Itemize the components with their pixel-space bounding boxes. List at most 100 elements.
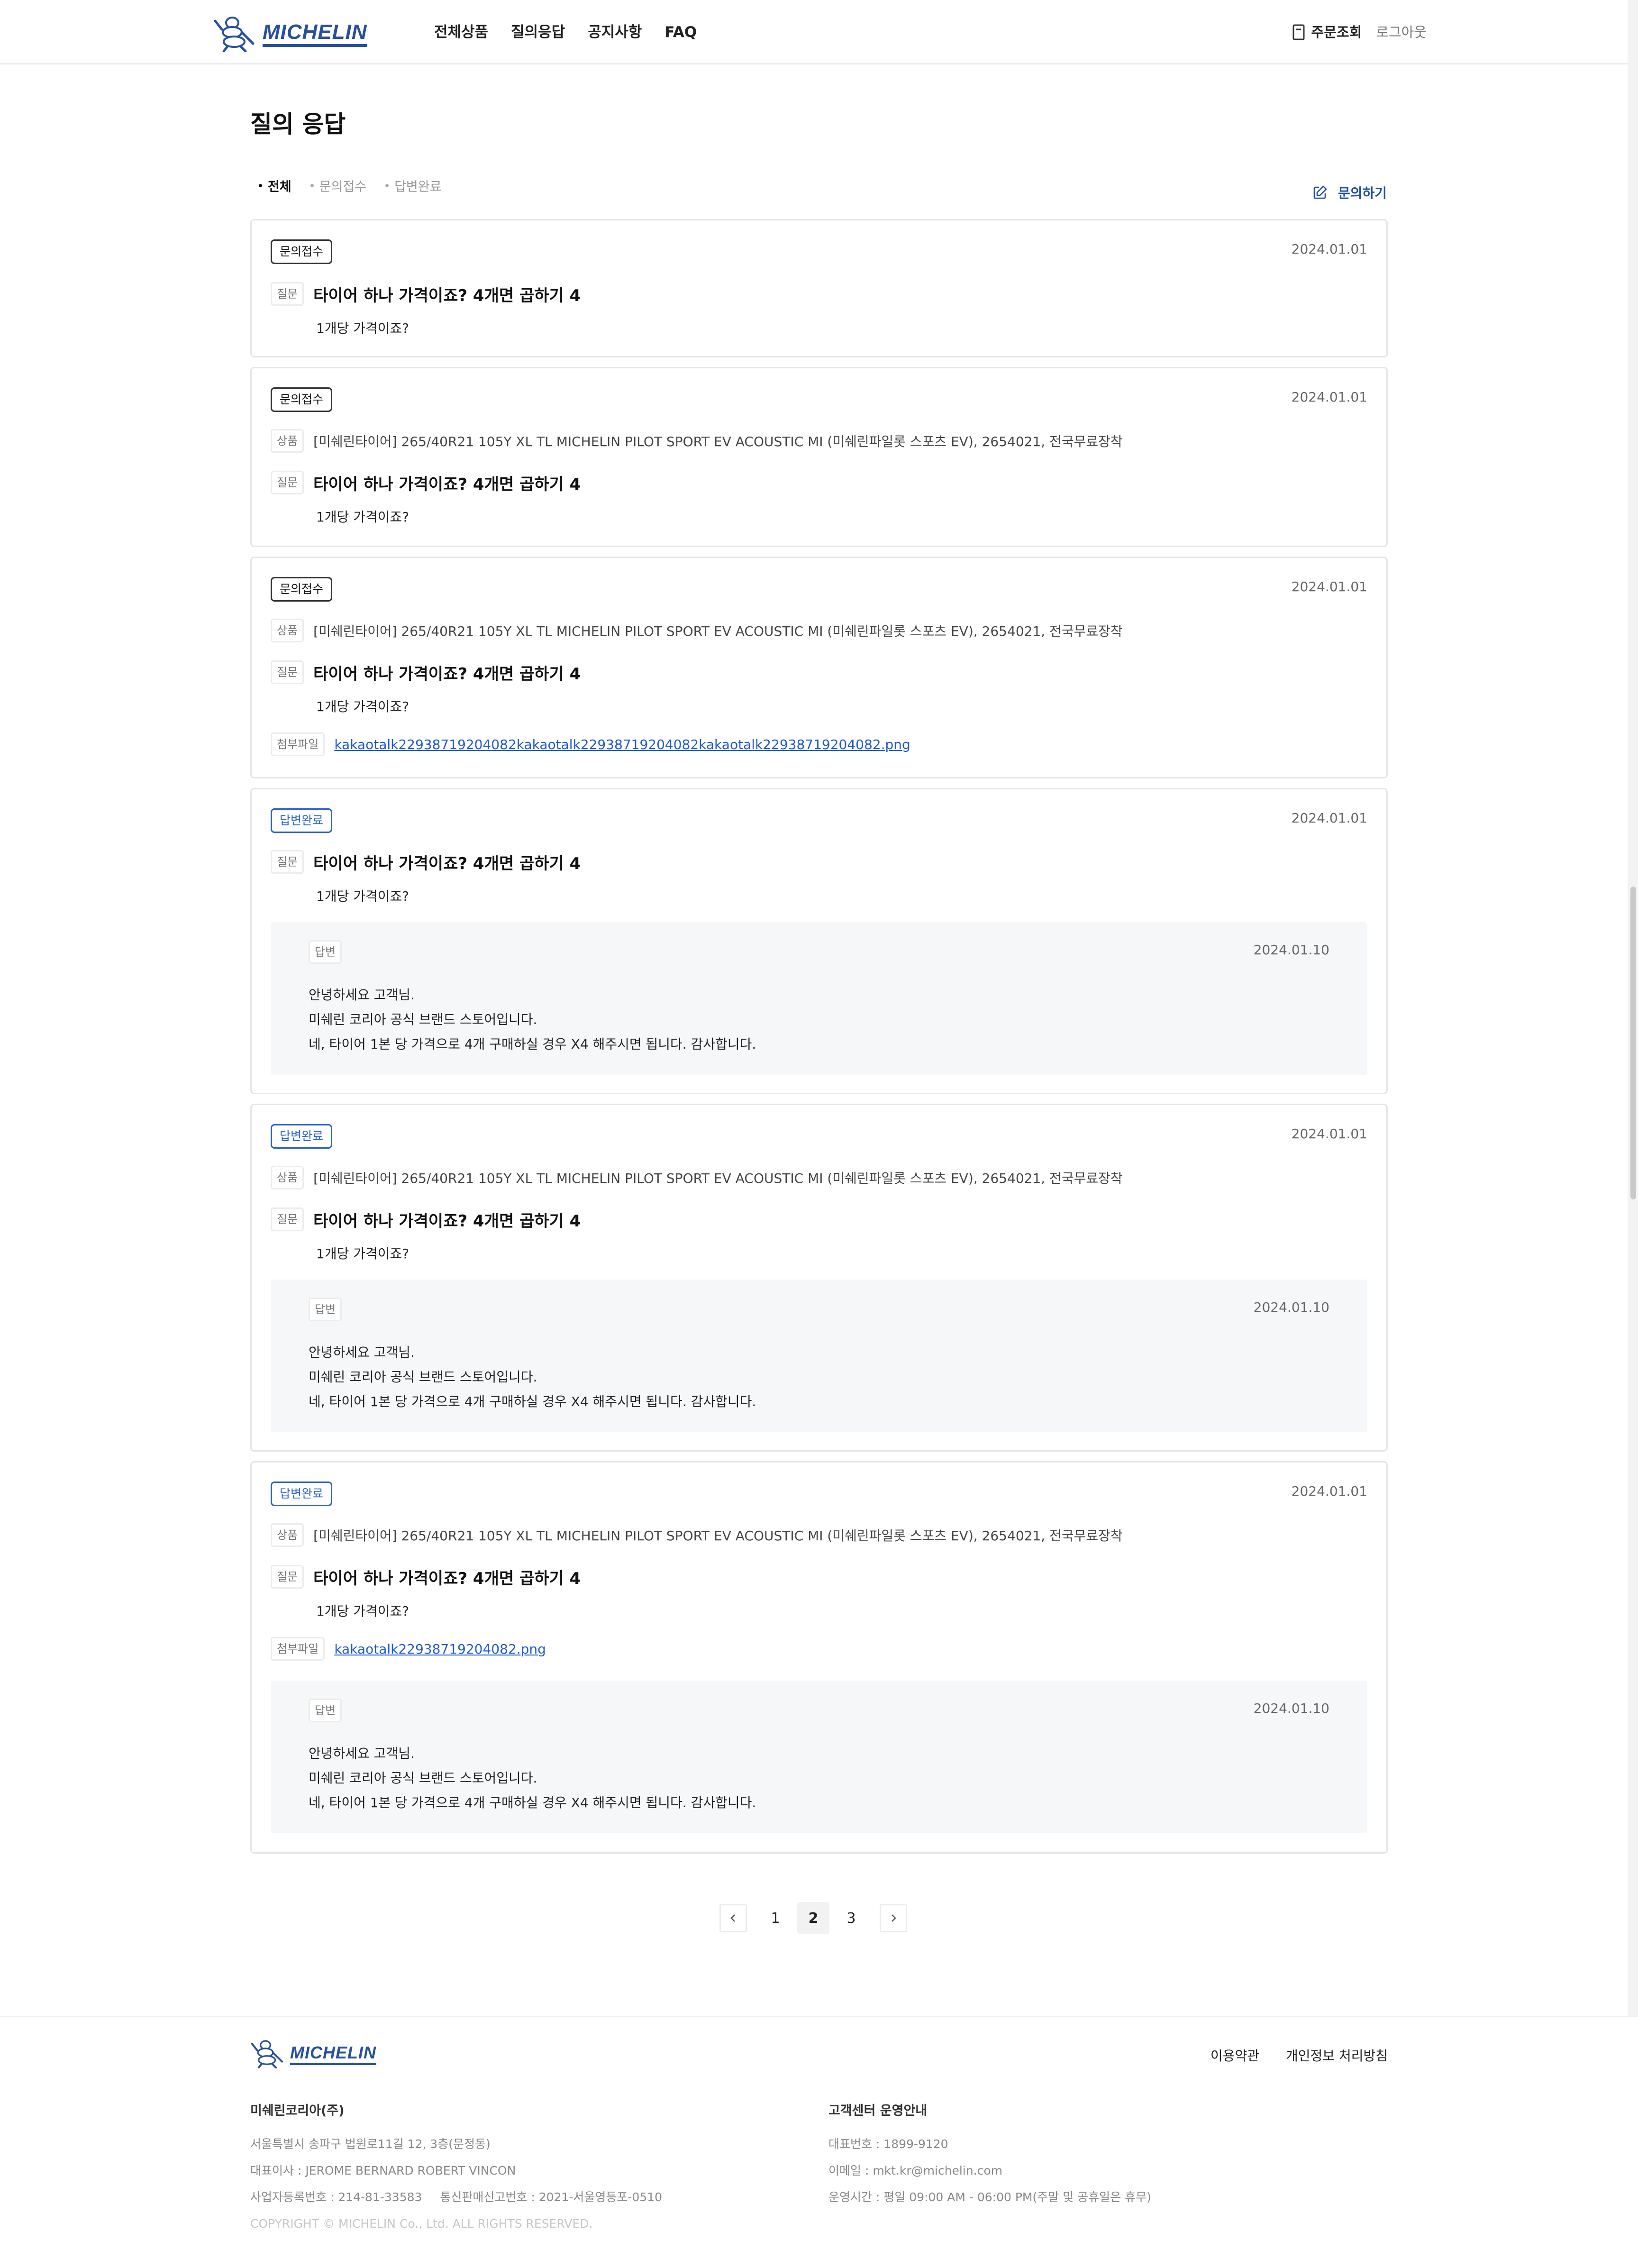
company-ceo: 대표이사 : JEROME BERNARD ROBERT VINCON — [250, 2164, 516, 2177]
terms-link[interactable]: 이용약관 — [1210, 2046, 1259, 2065]
question-tag: 질문 — [271, 282, 304, 306]
product-name: [미쉐린타이어] 265/40R21 105Y XL TL MICHELIN P… — [313, 1171, 1123, 1186]
product-name: [미쉐린타이어] 265/40R21 105Y XL TL MICHELIN P… — [313, 434, 1123, 449]
question-body: 1개당 가격이죠? — [316, 699, 410, 714]
answer-tag: 답변 — [309, 1699, 342, 1722]
question-body: 1개당 가격이죠? — [316, 509, 410, 525]
company-registration: 사업자등록번호 : 214-81-33583 통신판매신고번호 : 2021-서울… — [250, 2184, 662, 2211]
attachment-row: 첨부파일 kakaotalk22938719204082.png — [271, 1637, 546, 1661]
product-row: 상품 [미쉐린타이어] 265/40R21 105Y XL TL MICHELI… — [271, 1166, 1123, 1189]
question-title: 타이어 하나 가격이죠? 4개면 곱하기 4 — [313, 1569, 581, 1588]
answer-line: 미쉐린 코리아 공식 브랜드 스토어입니다. — [309, 1369, 537, 1385]
answer-tag: 답변 — [309, 940, 342, 964]
answer-date: 2024.01.10 — [1253, 1299, 1329, 1315]
footer-links: 이용약관 개인정보 처리방침 — [1210, 2046, 1388, 2065]
page-number-current[interactable]: 2 — [797, 1902, 829, 1934]
question-title: 타이어 하나 가격이죠? 4개면 곱하기 4 — [313, 475, 581, 494]
question-tag: 질문 — [271, 1207, 304, 1231]
answer-date: 2024.01.10 — [1253, 1701, 1329, 1716]
site-header: MICHELIN 전체상품 질의응답 공지사항 FAQ 주문조회 로그아웃 — [0, 0, 1638, 64]
page-number[interactable]: 3 — [835, 1902, 867, 1934]
main-nav: 전체상품 질의응답 공지사항 FAQ — [434, 20, 697, 45]
copyright: COPYRIGHT © MICHELIN Co., Ltd. ALL RIGHT… — [250, 2217, 593, 2231]
answer-line: 안녕하세요 고객님. — [309, 1746, 415, 1761]
product-row: 상품 [미쉐린타이어] 265/40R21 105Y XL TL MICHELI… — [271, 1523, 1123, 1547]
footer-brand-wordmark: MICHELIN — [290, 2043, 376, 2065]
next-page-button[interactable] — [880, 1904, 907, 1932]
support-hours: 운영시간 : 평일 09:00 AM - 06:00 PM(주말 및 공휴일은 … — [828, 2190, 1151, 2204]
order-lookup-label: 주문조회 — [1311, 24, 1362, 40]
product-tag: 상품 — [271, 1523, 304, 1547]
status-badge: 문의접수 — [271, 387, 333, 412]
attachment-link[interactable]: kakaotalk22938719204082kakaotalk22938719… — [334, 737, 910, 752]
answer-line: 안녕하세요 고객님. — [309, 1344, 415, 1360]
question-title: 타이어 하나 가격이죠? 4개면 곱하기 4 — [313, 1211, 581, 1231]
question-row: 질문 타이어 하나 가격이죠? 4개면 곱하기 4 — [271, 1207, 581, 1231]
customer-center-info: 고객센터 운영안내 대표번호 : 1899-9120 이메일 : mkt.kr@… — [828, 2098, 1151, 2211]
mail-order-number: 통신판매신고번호 : 2021-서울영등포-0510 — [440, 2190, 663, 2204]
qna-card[interactable]: 문의접수 2024.01.01 질문 타이어 하나 가격이죠? 4개면 곱하기 … — [250, 219, 1388, 357]
filter-all[interactable]: 전체 — [259, 176, 291, 195]
answer-line: 네, 타이어 1본 당 가격으로 4개 구매하실 경우 X4 해주시면 됩니다.… — [309, 1394, 756, 1409]
page-number[interactable]: 1 — [759, 1902, 792, 1934]
support-phone: 대표번호 : 1899-9120 — [828, 2137, 948, 2151]
status-badge: 답변완료 — [271, 1124, 333, 1149]
answer-line: 미쉐린 코리아 공식 브랜드 스토어입니다. — [309, 1770, 537, 1786]
product-name: [미쉐린타이어] 265/40R21 105Y XL TL MICHELIN P… — [313, 1528, 1123, 1544]
order-lookup-link[interactable]: 주문조회 — [1292, 20, 1362, 45]
question-date: 2024.01.01 — [1291, 241, 1367, 257]
product-row: 상품 [미쉐린타이어] 265/40R21 105Y XL TL MICHELI… — [271, 429, 1123, 453]
qna-card[interactable]: 문의접수 2024.01.01 상품 [미쉐린타이어] 265/40R21 10… — [250, 557, 1388, 778]
status-badge: 문의접수 — [271, 577, 333, 602]
customer-center-title: 고객센터 운영안내 — [828, 2103, 928, 2118]
ask-question-button[interactable]: 문의하기 — [1312, 183, 1387, 202]
answer-body: 안녕하세요 고객님. 미쉐린 코리아 공식 브랜드 스토어입니다. 네, 타이어… — [309, 1340, 756, 1414]
footer-michelin-logo[interactable]: MICHELIN — [250, 2039, 376, 2068]
question-tag: 질문 — [271, 850, 304, 874]
privacy-policy-link[interactable]: 개인정보 처리방침 — [1286, 2046, 1388, 2065]
receipt-icon — [1292, 24, 1305, 40]
question-body: 1개당 가격이죠? — [316, 1246, 410, 1262]
brand-wordmark: MICHELIN — [263, 20, 367, 47]
filter-answered[interactable]: 답변완료 — [385, 176, 441, 195]
qna-card[interactable]: 답변완료 2024.01.01 상품 [미쉐린타이어] 265/40R21 10… — [250, 1461, 1388, 1854]
michelin-logo[interactable]: MICHELIN — [213, 15, 367, 52]
filter-received[interactable]: 문의접수 — [310, 176, 366, 195]
bibendum-icon — [214, 17, 255, 52]
qna-card[interactable]: 문의접수 2024.01.01 상품 [미쉐린타이어] 265/40R21 10… — [250, 367, 1388, 547]
question-tag: 질문 — [271, 471, 304, 494]
nav-faq[interactable]: FAQ — [664, 20, 697, 45]
prev-page-button[interactable] — [719, 1904, 747, 1932]
question-tag: 질문 — [271, 660, 304, 684]
nav-qna[interactable]: 질의응답 — [511, 20, 565, 45]
answer-line: 안녕하세요 고객님. — [309, 987, 415, 1003]
scrollbar-thumb[interactable] — [1630, 887, 1636, 1199]
logout-link[interactable]: 로그아웃 — [1376, 20, 1427, 45]
answer-body: 안녕하세요 고객님. 미쉐린 코리아 공식 브랜드 스토어입니다. 네, 타이어… — [309, 983, 756, 1057]
answer-box: 답변 2024.01.10 안녕하세요 고객님. 미쉐린 코리아 공식 브랜드 … — [271, 1681, 1367, 1833]
answer-date: 2024.01.10 — [1253, 942, 1329, 958]
status-badge: 답변완료 — [271, 1482, 333, 1506]
product-tag: 상품 — [271, 429, 304, 453]
answer-tag: 답변 — [309, 1298, 342, 1321]
answer-body: 안녕하세요 고객님. 미쉐린 코리아 공식 브랜드 스토어입니다. 네, 타이어… — [309, 1741, 756, 1815]
nav-notice[interactable]: 공지사항 — [588, 20, 642, 45]
pagination: 1 2 3 — [719, 1902, 907, 1934]
attachment-tag: 첨부파일 — [271, 1637, 325, 1661]
qna-card[interactable]: 답변완료 2024.01.01 상품 [미쉐린타이어] 265/40R21 10… — [250, 1104, 1388, 1452]
question-title: 타이어 하나 가격이죠? 4개면 곱하기 4 — [313, 286, 581, 305]
attachment-link[interactable]: kakaotalk22938719204082.png — [334, 1641, 546, 1657]
question-tag: 질문 — [271, 1565, 304, 1589]
header-utility: 주문조회 로그아웃 — [1292, 20, 1427, 45]
page-scrollbar[interactable] — [1628, 0, 1638, 2268]
chevron-right-icon — [892, 1914, 896, 1922]
product-name: [미쉐린타이어] 265/40R21 105Y XL TL MICHELIN P… — [313, 623, 1123, 639]
qna-card[interactable]: 답변완료 2024.01.01 질문 타이어 하나 가격이죠? 4개면 곱하기 … — [250, 788, 1388, 1094]
support-email: 이메일 : mkt.kr@michelin.com — [828, 2164, 1002, 2177]
question-body: 1개당 가격이죠? — [316, 1603, 410, 1619]
status-badge: 문의접수 — [271, 239, 333, 264]
nav-all-products[interactable]: 전체상품 — [434, 20, 488, 45]
attachment-tag: 첨부파일 — [271, 732, 325, 756]
answer-box: 답변 2024.01.10 안녕하세요 고객님. 미쉐린 코리아 공식 브랜드 … — [271, 1280, 1367, 1432]
status-badge: 답변완료 — [271, 808, 333, 833]
